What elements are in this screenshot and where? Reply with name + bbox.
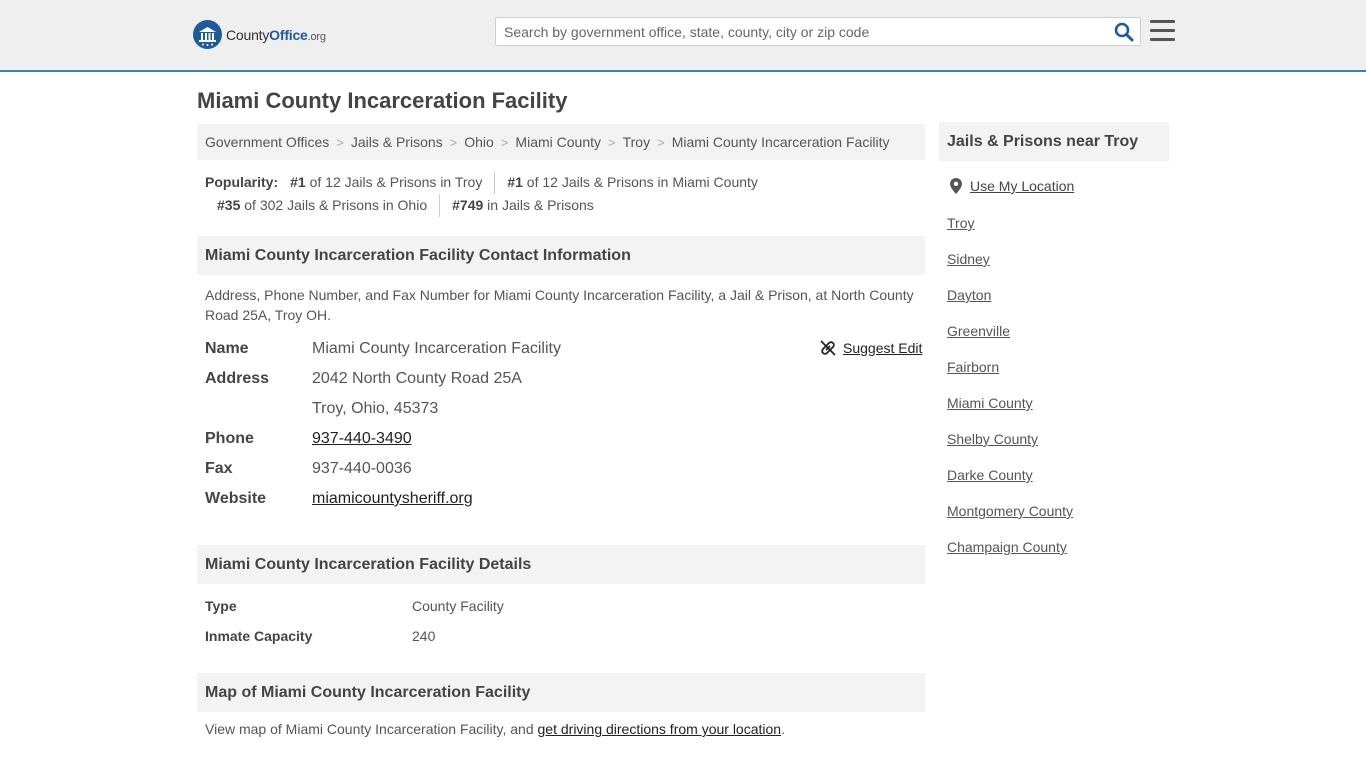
site-logo[interactable]: CountyOffice.org [193, 20, 326, 49]
breadcrumb-troy[interactable]: Troy [623, 134, 650, 150]
info-label: Phone [205, 430, 254, 447]
list-item: Dayton [947, 286, 1073, 322]
breadcrumb-separator: > [449, 134, 458, 150]
rank-troy: #1 of 12 Jails & Prisons in Troy [290, 171, 494, 194]
map-pin-icon [950, 178, 962, 194]
rank-ohio: #35 of 302 Jails & Prisons in Ohio [205, 194, 439, 217]
list-item: Greenville [947, 322, 1073, 358]
list-item: Troy [947, 214, 1073, 250]
popularity-row: #35 of 302 Jails & Prisons in Ohio #749 … [205, 194, 920, 217]
breadcrumb-miami-county[interactable]: Miami County [515, 134, 601, 150]
nearby-link-montgomery-county[interactable]: Montgomery County [947, 503, 1073, 519]
list-item: Shelby County [947, 430, 1073, 466]
details-heading: Miami County Incarceration Facility Deta… [197, 545, 925, 584]
popularity-label: Popularity: [205, 174, 279, 190]
info-label: Website [205, 490, 267, 507]
suggest-edit-label: Suggest Edit [843, 340, 923, 356]
rank-text: of 12 Jails & Prisons in Miami County [522, 174, 758, 190]
popularity-ranks: Popularity: #1 of 12 Jails & Prisons in … [205, 171, 920, 217]
list-item: Montgomery County [947, 502, 1073, 538]
list-item: Champaign County [947, 538, 1073, 574]
website-value: miamicountysheriff.org [312, 490, 473, 508]
map-text-after: . [781, 721, 785, 737]
logo-accent: Office [269, 26, 308, 43]
logo-main: County [226, 26, 270, 43]
menu-bar [1150, 20, 1175, 23]
search-box [495, 17, 1141, 46]
breadcrumb-current[interactable]: Miami County Incarceration Facility [672, 134, 890, 150]
page-title: Miami County Incarceration Facility [197, 88, 568, 113]
breadcrumb-separator: > [608, 134, 616, 150]
rank-text: of 12 Jails & Prisons in Troy [305, 174, 483, 190]
website-link[interactable]: miamicountysheriff.org [312, 490, 473, 507]
sidebar-heading: Jails & Prisons near Troy [939, 122, 1169, 161]
suggest-edit-link[interactable]: Suggest Edit [820, 340, 922, 356]
breadcrumb: Government Offices > Jails & Prisons > O… [197, 124, 925, 160]
rank-miami-county: #1 of 12 Jails & Prisons in Miami County [494, 171, 770, 194]
use-my-location-link[interactable]: Use My Location [970, 178, 1074, 194]
list-item: Sidney [947, 250, 1073, 286]
search-input[interactable] [496, 18, 1106, 45]
info-label: Name [205, 340, 249, 357]
rank-number: #35 [217, 197, 241, 213]
breadcrumb-jails-prisons[interactable]: Jails & Prisons [351, 134, 443, 150]
nearby-link-fairborn[interactable]: Fairborn [947, 359, 999, 375]
info-label: Fax [205, 460, 233, 477]
rank-text: of 302 Jails & Prisons in Ohio [240, 197, 428, 213]
list-item: Miami County [947, 394, 1073, 430]
rank-number: #1 [507, 174, 523, 190]
driving-directions-link[interactable]: get driving directions from your locatio… [538, 721, 782, 737]
nearby-link-shelby-county[interactable]: Shelby County [947, 431, 1038, 447]
list-item: Fairborn [947, 358, 1073, 394]
logo-wordmark: CountyOffice.org [226, 27, 326, 43]
rank-text: in Jails & Prisons [483, 197, 594, 213]
breadcrumb-separator: > [657, 134, 665, 150]
nearby-link-miami-county[interactable]: Miami County [947, 395, 1033, 411]
use-my-location: Use My Location [950, 178, 1074, 194]
detail-value: 240 [412, 628, 436, 644]
breadcrumb-separator: > [336, 134, 344, 150]
nearby-link-greenville[interactable]: Greenville [947, 323, 1010, 339]
menu-bar [1150, 29, 1175, 32]
detail-value: County Facility [412, 598, 504, 614]
nearby-list: Troy Sidney Dayton Greenville Fairborn M… [947, 214, 1073, 574]
contact-description: Address, Phone Number, and Fax Number fo… [205, 287, 914, 323]
contact-heading: Miami County Incarceration Facility Cont… [197, 236, 925, 275]
breadcrumb-ohio[interactable]: Ohio [464, 134, 494, 150]
address-line1-value: 2042 North County Road 25A [312, 370, 522, 387]
rank-number: #1 [290, 174, 306, 190]
rank-national: #749 in Jails & Prisons [439, 194, 606, 217]
menu-bar [1150, 38, 1175, 41]
unlink-icon [820, 340, 836, 356]
search-icon[interactable] [1114, 22, 1134, 42]
phone-link[interactable]: 937-440-3490 [312, 430, 412, 447]
hamburger-menu-icon[interactable] [1150, 19, 1176, 43]
fax-value: 937-440-0036 [312, 460, 412, 477]
logo-suffix: .org [307, 30, 326, 43]
detail-label: Inmate Capacity [205, 628, 313, 644]
detail-label: Type [205, 598, 237, 614]
breadcrumb-government-offices[interactable]: Government Offices [205, 134, 329, 150]
map-text-before: View map of Miami County Incarceration F… [205, 721, 538, 737]
nearby-link-sidney[interactable]: Sidney [947, 251, 990, 267]
popularity-row: Popularity: #1 of 12 Jails & Prisons in … [205, 171, 920, 194]
map-heading: Map of Miami County Incarceration Facili… [197, 673, 925, 712]
info-label: Address [205, 370, 270, 387]
facility-name-value: Miami County Incarceration Facility [312, 340, 561, 357]
list-item: Darke County [947, 466, 1073, 502]
nearby-link-darke-county[interactable]: Darke County [947, 467, 1033, 483]
site-header: CountyOffice.org [0, 0, 1366, 72]
county-office-seal-icon [193, 20, 222, 49]
phone-value: 937-440-3490 [312, 430, 412, 448]
address-line2-value: Troy, Ohio, 45373 [312, 400, 439, 417]
nearby-link-champaign-county[interactable]: Champaign County [947, 539, 1067, 555]
breadcrumb-separator: > [500, 134, 509, 150]
map-description: View map of Miami County Incarceration F… [205, 721, 785, 737]
nearby-link-dayton[interactable]: Dayton [947, 287, 991, 303]
nearby-link-troy[interactable]: Troy [947, 215, 974, 231]
rank-number: #749 [452, 197, 484, 213]
